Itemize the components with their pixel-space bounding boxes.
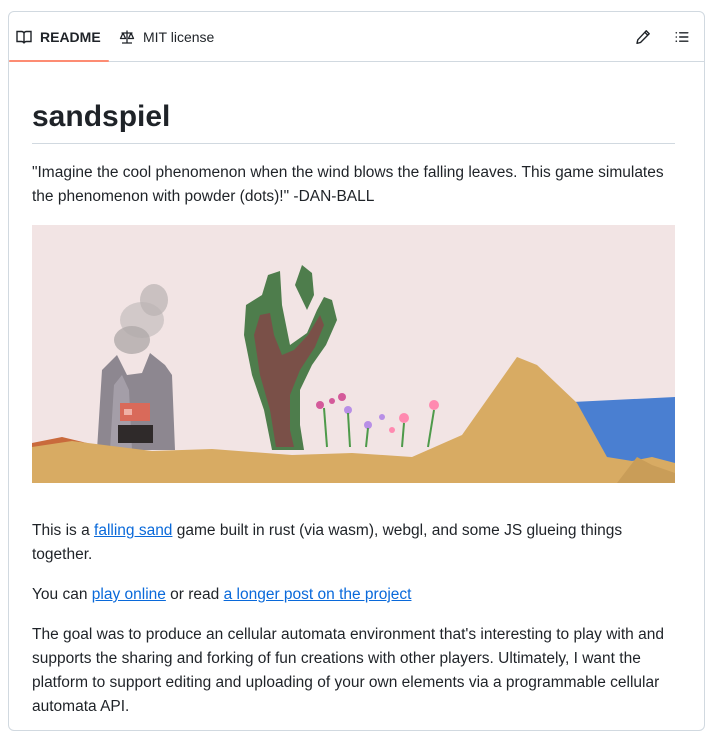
sandspiel-screenshot [32,225,675,483]
play-text-pre: You can [32,586,92,603]
tab-bar: README MIT license [9,12,704,62]
play-text-mid: or read [165,586,224,603]
title-divider [32,143,675,144]
list-icon [675,32,689,42]
pencil-icon [636,30,650,44]
book-icon [16,30,32,44]
edit-file-button[interactable] [632,26,654,48]
longer-post-link[interactable]: a longer post on the project [224,586,412,603]
outline-button[interactable] [671,26,693,48]
readme-quote: "Imagine the cool phenomenon when the wi… [32,164,664,205]
readme-panel: README MIT license sandspiel "Imagine th… [8,11,705,731]
scale-icon [119,30,135,44]
readme-intro-paragraph: This is a falling sand game built in rus… [32,519,675,567]
readme-play-paragraph: You can play online or read a longer pos… [32,583,675,607]
readme-title: sandspiel [32,100,171,133]
tab-license-label: MIT license [143,28,215,45]
readme-goal-paragraph: The goal was to produce an cellular auto… [32,626,664,715]
tab-readme-label: README [40,28,101,45]
play-online-link[interactable]: play online [92,586,166,603]
falling-sand-link[interactable]: falling sand [94,522,172,539]
tab-license[interactable]: MIT license [119,12,214,61]
tab-readme[interactable]: README [9,12,109,62]
active-tab-indicator [9,60,109,62]
intro-text-pre: This is a [32,522,95,539]
